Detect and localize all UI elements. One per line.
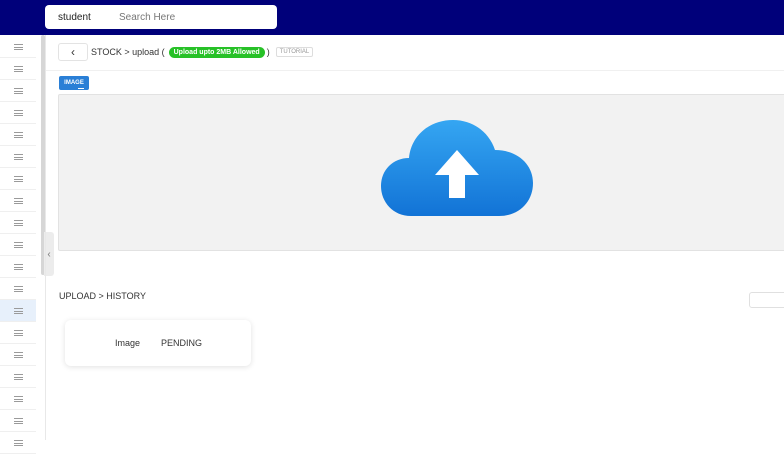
history-item-type: Image (115, 338, 141, 348)
sidebar-item[interactable] (0, 366, 36, 388)
menu-lines-icon (13, 307, 23, 314)
menu-lines-icon (13, 87, 23, 94)
sidebar-item[interactable] (0, 146, 36, 168)
menu-lines-icon (13, 417, 23, 424)
chevron-left-icon: ‹ (47, 248, 51, 260)
sidebar-item[interactable] (0, 300, 36, 322)
top-bar: student (0, 0, 784, 35)
breadcrumb-close: ) (266, 47, 270, 57)
menu-lines-icon (13, 175, 23, 182)
sidebar-item[interactable] (0, 410, 36, 432)
breadcrumb: STOCK > upload ( (91, 47, 165, 57)
menu-lines-icon (13, 263, 23, 270)
sidebar-item[interactable] (0, 278, 36, 300)
sidebar (0, 35, 40, 454)
sidebar-item[interactable] (0, 256, 36, 278)
menu-lines-icon (13, 351, 23, 358)
chevron-left-icon: ‹ (71, 45, 75, 59)
menu-lines-icon (13, 131, 23, 138)
tab-image[interactable]: IMAGE (59, 76, 89, 90)
main-divider (45, 35, 46, 440)
menu-lines-icon (13, 43, 23, 50)
sidebar-item[interactable] (0, 36, 36, 58)
header-divider (46, 70, 784, 71)
search-input[interactable] (107, 5, 277, 29)
sidebar-item[interactable] (0, 124, 36, 146)
sidebar-item[interactable] (0, 212, 36, 234)
sidebar-item[interactable] (0, 344, 36, 366)
menu-lines-icon (13, 197, 23, 204)
upload-limit-badge: Upload upto 2MB Allowed (168, 46, 265, 58)
history-card[interactable]: Image PENDING (65, 320, 251, 366)
menu-lines-icon (13, 439, 23, 446)
sidebar-item[interactable] (0, 58, 36, 80)
menu-lines-icon (13, 285, 23, 292)
menu-lines-icon (13, 109, 23, 116)
menu-lines-icon (13, 153, 23, 160)
history-filter-select[interactable] (749, 292, 784, 308)
menu-lines-icon (13, 373, 23, 380)
cloud-upload-icon[interactable] (381, 118, 533, 218)
menu-lines-icon (13, 219, 23, 226)
sidebar-item[interactable] (0, 102, 36, 124)
history-item-status: PENDING (161, 338, 203, 348)
menu-lines-icon (13, 329, 23, 336)
sidebar-item[interactable] (0, 322, 36, 344)
sidebar-item[interactable] (0, 168, 36, 190)
search-category-select[interactable]: student (45, 5, 107, 29)
sidebar-item[interactable] (0, 234, 36, 256)
sidebar-item[interactable] (0, 432, 36, 454)
sidebar-item[interactable] (0, 388, 36, 410)
tutorial-link[interactable]: TUTORIAL (275, 47, 314, 57)
history-title: UPLOAD > HISTORY (59, 291, 146, 301)
back-button[interactable]: ‹ (58, 43, 88, 61)
page-header: ‹ STOCK > upload ( Upload upto 2MB Allow… (58, 43, 314, 61)
search-box: student (45, 5, 277, 29)
menu-lines-icon (13, 241, 23, 248)
menu-lines-icon (13, 65, 23, 72)
menu-lines-icon (13, 395, 23, 402)
sidebar-item[interactable] (0, 80, 36, 102)
sidebar-item[interactable] (0, 190, 36, 212)
